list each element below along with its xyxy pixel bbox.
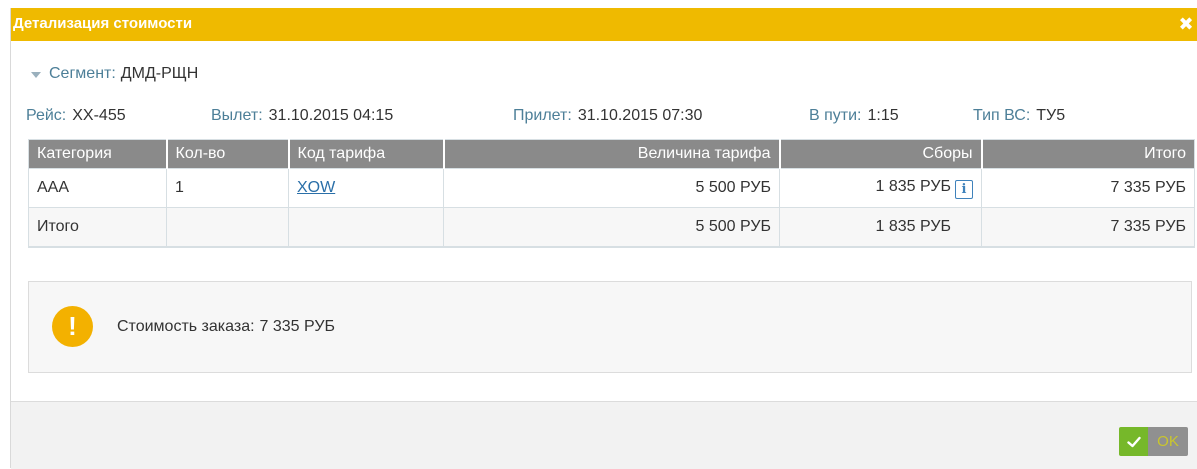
- departure-value: 31.10.2015 04:15: [268, 107, 394, 124]
- close-icon[interactable]: ✖: [1177, 14, 1195, 34]
- table-total-row: Итого 5 500 РУБ 1 835 РУБ 7 335 РУБ: [28, 207, 1195, 248]
- ok-button-label: OK: [1148, 427, 1188, 456]
- flight-number: Рейс: XX-455: [26, 107, 126, 125]
- dialog-titlebar: Детализация стоимости ✖: [11, 8, 1197, 41]
- flight-number-value: XX-455: [72, 107, 126, 124]
- cell-fees: 1 835 РУБ i: [779, 168, 982, 208]
- exclamation-icon: !: [52, 306, 93, 347]
- checkmark-icon: [1119, 427, 1148, 456]
- order-cost-notice: ! Стоимость заказа: 7 335 РУБ: [28, 281, 1192, 373]
- segment-value: ДМД-РЩН: [120, 65, 199, 82]
- cell-fare-code: XOW: [288, 168, 444, 208]
- total-fees: 1 835 РУБ: [779, 207, 982, 248]
- total-count: [166, 207, 289, 248]
- aircraft-type-value: ТУ5: [1036, 107, 1066, 124]
- segment-toggle[interactable]: Сегмент: ДМД-РЩН: [31, 65, 198, 83]
- duration: В пути: 1:15: [809, 107, 899, 125]
- column-header-fare-code[interactable]: Код тарифа: [288, 139, 445, 169]
- segment-label: Сегмент:: [49, 65, 116, 82]
- ok-button[interactable]: OK: [1119, 427, 1188, 456]
- total-fare-code: [288, 207, 444, 248]
- info-icon[interactable]: i: [955, 179, 973, 199]
- arrival-value: 31.10.2015 07:30: [577, 107, 703, 124]
- cell-total: 7 335 РУБ: [981, 168, 1195, 208]
- duration-label: В пути:: [809, 107, 862, 124]
- order-cost-value: 7 335 РУБ: [259, 318, 335, 335]
- dialog-title: Детализация стоимости: [13, 15, 193, 32]
- departure: Вылет: 31.10.2015 04:15: [211, 107, 393, 125]
- order-cost-text: Стоимость заказа: 7 335 РУБ: [117, 318, 335, 336]
- dialog-footer: OK: [11, 401, 1197, 469]
- cell-fare-amount: 5 500 РУБ: [443, 168, 780, 208]
- flight-number-label: Рейс:: [26, 107, 67, 124]
- cell-count: 1: [166, 168, 289, 208]
- arrival: Прилет: 31.10.2015 07:30: [513, 107, 702, 125]
- caret-down-icon: [31, 71, 41, 78]
- fees-value: 1 835 РУБ: [875, 177, 951, 195]
- fare-code-link[interactable]: XOW: [297, 179, 335, 196]
- flight-info: Рейс: XX-455 Вылет: 31.10.2015 04:15 Приле…: [26, 107, 1186, 127]
- order-cost-label: Стоимость заказа:: [117, 318, 255, 335]
- fare-table: Категория Кол-во Код тарифа Величина тар…: [28, 139, 1195, 248]
- table-header-row: Категория Кол-во Код тарифа Величина тар…: [28, 139, 1195, 169]
- cell-category: AAA: [28, 168, 167, 208]
- departure-label: Вылет:: [211, 107, 263, 124]
- aircraft-type: Тип ВС: ТУ5: [973, 107, 1065, 125]
- column-header-fare-amount[interactable]: Величина тарифа: [443, 139, 781, 169]
- duration-value: 1:15: [867, 107, 899, 124]
- total-fare-amount: 5 500 РУБ: [443, 207, 780, 248]
- aircraft-type-label: Тип ВС:: [973, 107, 1031, 124]
- total-sum: 7 335 РУБ: [981, 207, 1195, 248]
- column-header-fees[interactable]: Сборы: [779, 139, 983, 169]
- arrival-label: Прилет:: [513, 107, 572, 124]
- column-header-category[interactable]: Категория: [28, 139, 168, 169]
- cost-details-dialog: Детализация стоимости ✖ Сегмент: ДМД-РЩН…: [10, 8, 1197, 469]
- column-header-total[interactable]: Итого: [981, 139, 1195, 169]
- column-header-count[interactable]: Кол-во: [166, 139, 290, 169]
- total-label: Итого: [28, 207, 167, 248]
- table-row: AAA 1 XOW 5 500 РУБ 1 835 РУБ i 7 335 РУБ: [28, 168, 1195, 208]
